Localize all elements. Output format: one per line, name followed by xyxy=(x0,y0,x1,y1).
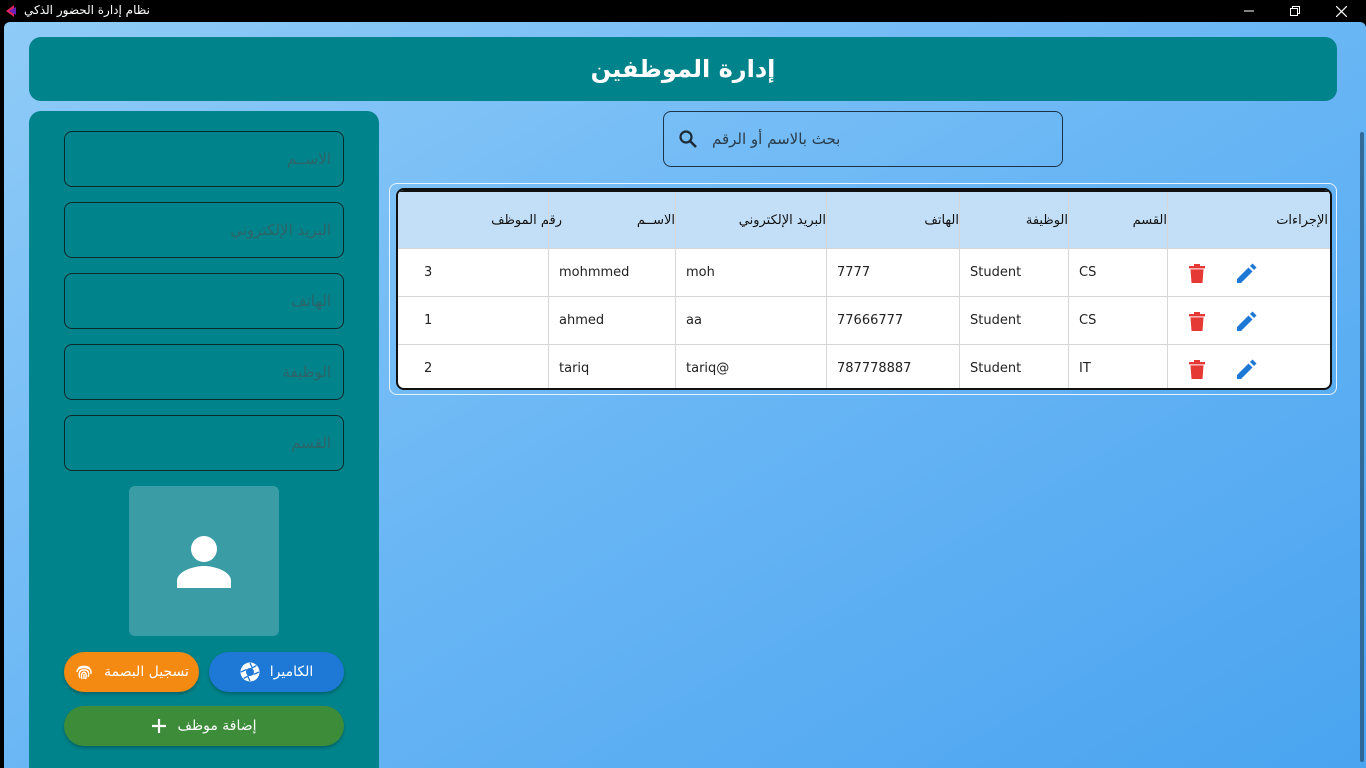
minimize-button[interactable] xyxy=(1226,0,1272,22)
app-window: إدارة الموظفين الاســم البريد الإلكتروني… xyxy=(4,22,1366,768)
job-placeholder: الوظيفة xyxy=(282,363,331,381)
scrollbar[interactable] xyxy=(1358,72,1366,762)
cell-id: 1 xyxy=(424,313,433,328)
table-row[interactable]: 1 ahmed aa 77666777 Student CS xyxy=(398,296,1330,344)
pencil-icon xyxy=(1237,263,1257,283)
restore-icon xyxy=(1290,6,1300,16)
header-department[interactable]: القسم xyxy=(1069,192,1167,248)
delete-button[interactable] xyxy=(1185,357,1209,381)
pencil-icon xyxy=(1237,311,1257,331)
phone-placeholder: الهاتف xyxy=(291,292,331,310)
department-field[interactable]: القسم xyxy=(64,415,344,471)
cell-email: tariq@ xyxy=(686,361,730,376)
email-placeholder: البريد الإلكتروني xyxy=(230,221,331,239)
edit-button[interactable] xyxy=(1235,261,1259,285)
add-employee-label: إضافة موظف xyxy=(177,718,257,734)
close-button[interactable] xyxy=(1318,0,1364,22)
close-icon xyxy=(1335,5,1347,17)
department-placeholder: القسم xyxy=(291,434,331,452)
search-icon xyxy=(679,130,697,148)
trash-icon xyxy=(1189,263,1205,283)
edit-button[interactable] xyxy=(1235,357,1259,381)
cell-department: CS xyxy=(1079,265,1097,280)
cell-name: ahmed xyxy=(559,313,605,328)
camera-button[interactable]: الكاميرا xyxy=(209,652,344,692)
header-email[interactable]: البريد الإلكتروني xyxy=(676,192,826,248)
edit-button[interactable] xyxy=(1235,309,1259,333)
page-title: إدارة الموظفين xyxy=(590,55,776,83)
cell-department: CS xyxy=(1079,313,1097,328)
trash-icon xyxy=(1189,311,1205,331)
window-title: نظام إدارة الحضور الذكي xyxy=(24,3,150,17)
fingerprint-icon xyxy=(76,665,92,680)
pencil-icon xyxy=(1237,359,1257,379)
cell-name: mohmmed xyxy=(559,265,630,280)
name-field[interactable]: الاســم xyxy=(64,131,344,187)
cell-email: moh xyxy=(686,265,715,280)
person-icon xyxy=(177,536,231,588)
header-actions: الإجراءات xyxy=(1276,212,1328,228)
search-input[interactable]: بحث بالاسم أو الرقم xyxy=(663,111,1063,167)
cell-phone: 7777 xyxy=(837,265,871,280)
table-row[interactable]: 3 mohmmed moh 7777 Student CS xyxy=(398,248,1330,296)
phone-field[interactable]: الهاتف xyxy=(64,273,344,329)
search-placeholder: بحث بالاسم أو الرقم xyxy=(712,130,841,148)
cell-id: 2 xyxy=(424,361,433,376)
page-header: إدارة الموظفين xyxy=(29,37,1337,101)
title-bar: نظام إدارة الحضور الذكي xyxy=(0,0,1366,22)
header-name[interactable]: الاســم xyxy=(549,192,675,248)
header-job[interactable]: الوظيفة xyxy=(960,192,1068,248)
cell-department: IT xyxy=(1079,361,1091,376)
employees-table-container: رقم الموظف الاســم البريد الإلكتروني اله… xyxy=(389,183,1337,395)
job-field[interactable]: الوظيفة xyxy=(64,344,344,400)
register-fingerprint-button[interactable]: تسجيل البصمة xyxy=(64,652,199,692)
email-field[interactable]: البريد الإلكتروني xyxy=(64,202,344,258)
cell-phone: 77666777 xyxy=(837,313,904,328)
employee-form-panel: الاســم البريد الإلكتروني الهاتف الوظيفة… xyxy=(29,111,379,768)
maximize-button[interactable] xyxy=(1272,0,1318,22)
cell-job: Student xyxy=(970,265,1022,280)
cell-job: Student xyxy=(970,361,1022,376)
fingerprint-label: تسجيل البصمة xyxy=(104,664,189,680)
name-placeholder: الاســم xyxy=(286,150,331,168)
header-id[interactable]: رقم الموظف xyxy=(412,192,562,248)
camera-label: الكاميرا xyxy=(269,664,314,680)
minimize-icon xyxy=(1244,10,1254,12)
trash-icon xyxy=(1189,359,1205,379)
cell-job: Student xyxy=(970,313,1022,328)
cell-id: 3 xyxy=(424,265,433,280)
cell-email: aa xyxy=(686,313,702,328)
add-employee-button[interactable]: إضافة موظف xyxy=(64,706,344,746)
table-row[interactable]: 2 tariq tariq@ 787778887 Student IT xyxy=(398,344,1330,388)
cell-name: tariq xyxy=(559,361,590,376)
plus-icon xyxy=(152,719,167,733)
camera-shutter-icon xyxy=(240,662,260,682)
header-phone[interactable]: الهاتف xyxy=(827,192,959,248)
cell-phone: 787778887 xyxy=(837,361,912,376)
scrollbar-thumb[interactable] xyxy=(1360,132,1364,762)
table-header: رقم الموظف الاســم البريد الإلكتروني اله… xyxy=(398,190,1330,248)
photo-preview[interactable] xyxy=(129,486,279,636)
delete-button[interactable] xyxy=(1185,309,1209,333)
app-icon xyxy=(6,5,16,17)
employees-table: رقم الموظف الاســم البريد الإلكتروني اله… xyxy=(396,188,1332,390)
delete-button[interactable] xyxy=(1185,261,1209,285)
